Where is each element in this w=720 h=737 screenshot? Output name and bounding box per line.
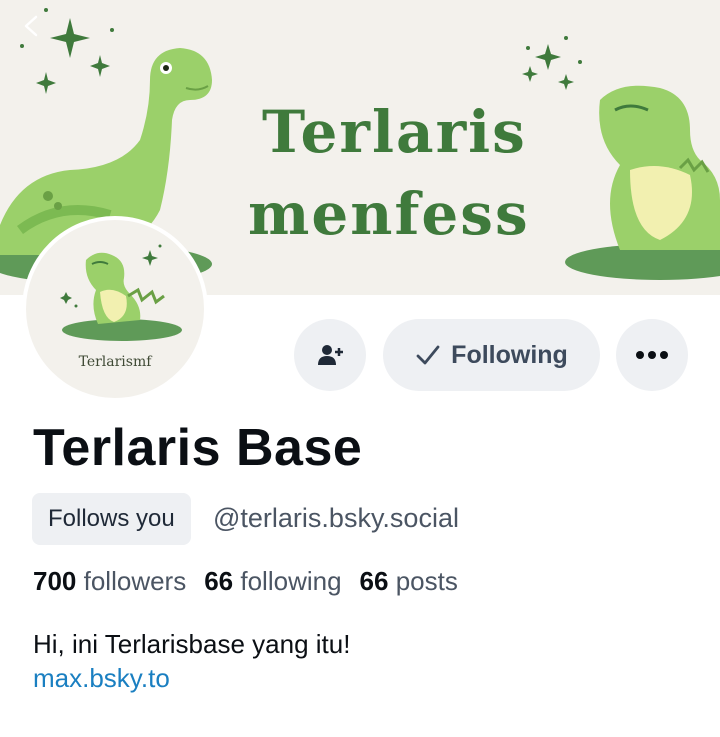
person-add-icon	[318, 345, 343, 365]
following-stat-label: following	[240, 566, 342, 596]
check-icon	[416, 345, 440, 365]
posts-label: posts	[395, 566, 458, 596]
avatar-label: Terlarismf	[78, 354, 152, 370]
add-to-list-button[interactable]	[294, 319, 366, 391]
posts-count: 66	[359, 566, 389, 596]
chevron-left-icon	[24, 15, 38, 37]
profile-link[interactable]: max.bsky.to	[33, 663, 170, 694]
follows-you-label: Follows you	[48, 505, 175, 532]
avatar-artwork	[60, 244, 182, 341]
sparkle-icon	[20, 8, 582, 94]
followers-stat[interactable]: 700 followers	[33, 566, 186, 597]
profile-stats: 700 followers 66 following 66 posts	[33, 566, 458, 597]
more-options-button[interactable]	[616, 319, 688, 391]
posts-stat: 66 posts	[360, 566, 458, 597]
following-stat[interactable]: 66 following	[204, 566, 341, 597]
avatar[interactable]: Terlarismf	[22, 216, 208, 402]
banner-title-line2: menfess	[248, 180, 530, 248]
following-count: 66	[204, 566, 234, 596]
banner-title-line1: Terlaris	[262, 98, 527, 166]
following-label: Following	[451, 340, 568, 369]
followers-label: followers	[83, 566, 187, 596]
follows-you-badge: Follows you	[32, 493, 191, 545]
profile-handle: @terlaris.bsky.social	[213, 503, 459, 533]
back-button[interactable]	[20, 14, 56, 50]
display-name: Terlaris Base	[33, 419, 363, 477]
ellipsis-icon	[636, 351, 668, 359]
following-button[interactable]: Following	[383, 319, 600, 391]
profile-bio: Hi, ini Terlarisbase yang itu!	[33, 629, 351, 659]
followers-count: 700	[33, 566, 77, 596]
